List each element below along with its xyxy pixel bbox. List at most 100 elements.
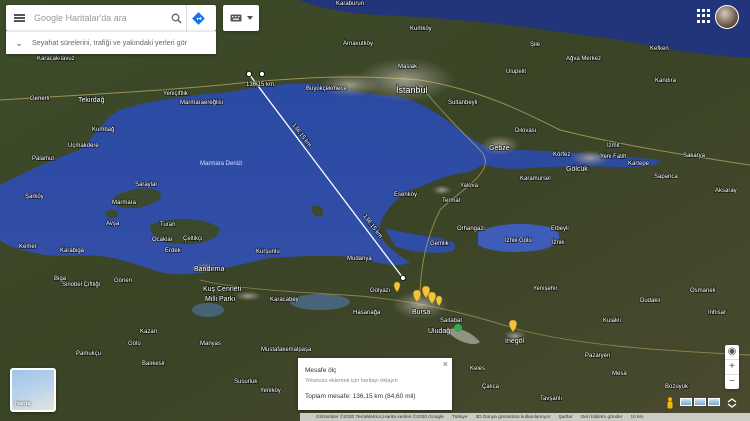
label-gonen: Gönen	[114, 278, 132, 284]
label-balikesir: Balıkesir	[142, 361, 165, 367]
label-iznik-golu: İznik Gölü	[505, 237, 532, 244]
footer-scale[interactable]: 10 km	[630, 415, 643, 420]
yalova-urban	[432, 185, 452, 195]
imagery-thumbnails[interactable]	[680, 398, 720, 406]
compass-icon[interactable]: ◉	[725, 345, 739, 359]
label-ocaklar: Ocaklar	[152, 237, 173, 243]
footer-terms-link[interactable]: Şartlar	[558, 415, 572, 420]
label-sultanbeyli: Sultanbeyli	[448, 100, 477, 106]
label-karacakilavuz: Karacakılavuz	[37, 56, 75, 62]
pegman-icon[interactable]	[666, 397, 674, 409]
map-footer: Görüntüler ©2020 TerraMetrics,Harita ver…	[300, 413, 750, 421]
label-hasanaga: Hasanağa	[353, 310, 381, 316]
label-golu: Gölü	[128, 341, 141, 347]
label-saraylar: Saraylar	[135, 182, 157, 188]
label-keles: Keles	[470, 366, 485, 372]
footer-3d-unavailable: 3D Dünya görüntüsü kullanılamıyor	[475, 414, 551, 420]
directions-icon[interactable]	[186, 5, 209, 31]
label-yalova: Yalova	[460, 183, 479, 189]
measure-hint: Yolunuzu eklemek için haritayı tıklayın	[305, 378, 398, 384]
label-yenikoy: Yeniköy	[260, 388, 281, 394]
label-generli: Generli	[30, 96, 49, 102]
label-buyukcekmece: Büyükçekmece	[306, 86, 347, 92]
label-tekirdag: Tekirdağ	[78, 97, 105, 104]
label-esenkoy: Esenköy	[394, 192, 417, 198]
map-type-label: Harita	[15, 401, 31, 407]
label-orhangazi: Orhangazi	[457, 226, 485, 232]
label-dudakli: Dudaklı	[640, 298, 661, 304]
label-calica: Çalıca	[482, 384, 500, 390]
label-korfez: Körfez	[553, 152, 570, 158]
measure-start-point[interactable]	[245, 71, 252, 78]
label-kemer: Kemer	[19, 244, 37, 250]
keyboard-icon	[230, 14, 241, 22]
label-manyas: Manyas	[200, 341, 221, 347]
label-maslak: Maslak	[398, 64, 418, 70]
label-istanbul: İstanbul	[396, 85, 428, 95]
manyas-lake	[192, 303, 224, 317]
label-marmaraereglisi: Marmaraereğlisi	[180, 100, 223, 106]
search-input[interactable]	[32, 12, 166, 24]
label-bandirma: Bandırma	[194, 266, 224, 273]
label-kursunlu: Kurşunlu	[256, 249, 280, 255]
chevron-down-icon[interactable]: ⌄	[6, 38, 32, 49]
close-icon[interactable]: ×	[443, 360, 448, 369]
label-kumkoy: Kumköy	[410, 26, 432, 32]
label-turan: Turan	[160, 222, 175, 228]
label-palamut: Palamut	[32, 156, 54, 162]
label-termal: Termal	[442, 198, 460, 204]
measure-km-badge: 136,15 km	[246, 82, 274, 88]
menu-icon[interactable]	[6, 5, 32, 31]
measure-end-point[interactable]	[399, 274, 406, 281]
caret-down-icon	[246, 16, 253, 20]
label-bozuyuk: Bozüyük	[665, 384, 689, 390]
travel-info-box[interactable]: ⌄ Seyahat sürelerini, trafiği ve yakında…	[6, 31, 216, 54]
label-mustafakemalpasa: Mustafakemalpaşa	[261, 347, 312, 353]
label-karaburun: Karaburun	[336, 1, 364, 7]
map-type-toggle[interactable]: Harita	[10, 368, 56, 412]
label-milli-parki: Milli Parkı	[205, 296, 235, 303]
label-ucmakdere: Uçmakdere	[68, 143, 99, 149]
label-avsa: Avşa	[106, 221, 120, 227]
label-kartepe: Kartepe	[628, 161, 650, 167]
park-pin-uludag[interactable]	[454, 324, 462, 332]
measure-title: Mesafe ölç	[305, 367, 337, 374]
label-karacabey: Karacabey	[270, 297, 299, 303]
measure-total: Toplam mesafe: 136,15 km (84,60 mil)	[305, 393, 416, 400]
label-inhisar: İnhisar	[708, 309, 726, 316]
footer-feedback-link[interactable]: Geri bildirim gönder	[581, 415, 623, 420]
label-sakarya: Sakarya	[683, 153, 706, 159]
label-uludag: Uludağ	[428, 328, 450, 335]
label-dilovasi: Dilovası	[515, 128, 537, 134]
apps-grid-icon[interactable]	[697, 9, 711, 23]
label-marmara: Marmara	[112, 200, 137, 206]
label-karamursel: Karamürsel	[520, 176, 551, 182]
label-karabiga: Karabiga	[60, 248, 85, 254]
zoom-in-button[interactable]: +	[725, 360, 739, 374]
label-ulupelit: Ulupelit	[506, 69, 526, 75]
label-tavsanli: Tavşanlı	[540, 396, 562, 402]
layers-button[interactable]	[223, 5, 259, 31]
label-pamukcu: Pamukçu	[76, 351, 101, 357]
label-sile: Şile	[530, 42, 541, 48]
label-iznik: İznik	[552, 239, 565, 246]
search-icon[interactable]	[166, 5, 186, 31]
measure-anchor-point[interactable]	[258, 71, 265, 78]
label-yeniciftlik: Yeniçiftlik	[163, 91, 189, 97]
label-golyazi: Gölyazı	[370, 288, 391, 294]
label-kumbag: Kumbağ	[92, 127, 114, 133]
label-golcuk: Gölcük	[566, 166, 588, 173]
expand-icon[interactable]	[727, 398, 737, 408]
label-inegol: İnegöl	[505, 336, 525, 345]
label-kus-cenneti: Kuş Cenneti	[203, 286, 242, 293]
user-avatar[interactable]	[715, 5, 739, 29]
uluabat-lake	[290, 294, 350, 310]
label-saitabat: Saitabat	[440, 318, 462, 324]
label-gebze: Gebze	[489, 145, 510, 152]
label-mudanya: Mudanya	[347, 256, 372, 262]
zoom-out-button[interactable]: −	[725, 375, 739, 389]
label-osmaneli: Osmaneli	[690, 288, 715, 294]
label-erdek: Erdek	[165, 248, 182, 254]
label-yeni-fatih: Yeni Fatih	[600, 154, 626, 160]
footer-country[interactable]: Türkiye	[452, 415, 468, 420]
